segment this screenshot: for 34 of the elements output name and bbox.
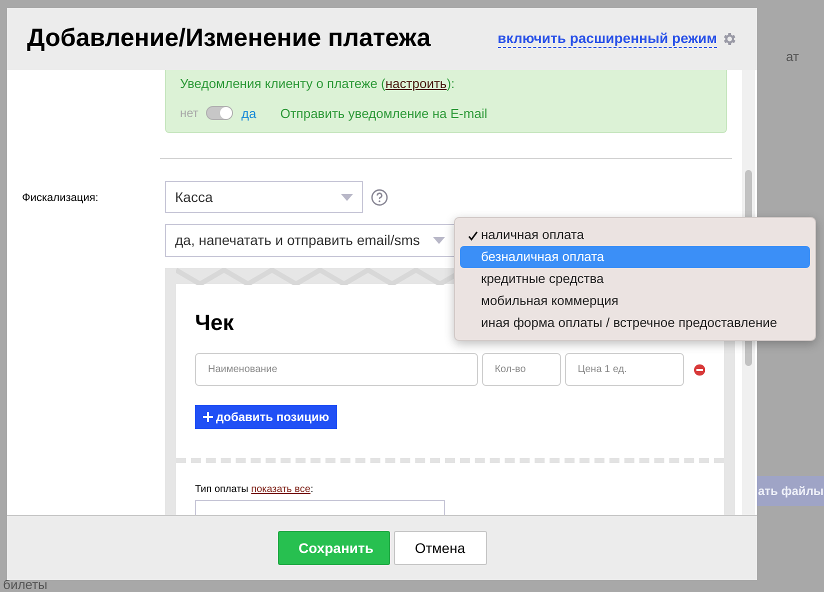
menu-item[interactable]: кредитные средства (460, 268, 810, 290)
header-text: ат (786, 48, 799, 66)
settings-icon[interactable] (721, 31, 737, 47)
notification-label: Уведомления клиенту о платеже (настроить): (180, 75, 456, 93)
advanced-mode-link[interactable]: включить расширенный режим (498, 30, 717, 48)
register-select[interactable]: Касса (165, 181, 363, 213)
menu-item[interactable]: мобильная коммерция (460, 290, 810, 312)
select-value: Касса (175, 188, 213, 206)
configure-link[interactable]: настроить (385, 76, 447, 91)
select-value: да, напечатать и отправить email/sms (175, 231, 420, 250)
notification-toggle[interactable] (206, 106, 234, 120)
dialog-title: Добавление/Изменение платежа (27, 23, 431, 54)
toggle-on-label: да (241, 104, 256, 123)
notification-action: Отправить уведомление на E-mail (280, 104, 488, 123)
plus-icon (203, 412, 213, 422)
show-all-link[interactable]: показать все (251, 484, 310, 495)
cancel-button[interactable]: Отмена (394, 531, 486, 565)
add-item-button[interactable]: добавить позицию (195, 405, 338, 429)
check-icon (468, 230, 478, 241)
item-input[interactable]: Цена 1 ед. (564, 353, 684, 386)
caret-icon (433, 237, 445, 244)
fiscalization-label: Фискализация: (22, 191, 100, 206)
item-input[interactable]: Наименование (195, 353, 478, 386)
menu-item[interactable]: иная форма оплаты / встречное предоставление (460, 312, 810, 334)
receipt-title: Чек (195, 309, 234, 337)
payment-type-label: Тип оплаты показать все: (195, 482, 314, 497)
caret-icon (341, 194, 353, 200)
section-label: билеты (3, 576, 48, 592)
receipt-select[interactable]: да, напечатать и отправить email/sms (165, 224, 455, 257)
toggle-off-label: нет (180, 105, 198, 122)
help-icon[interactable] (371, 188, 388, 206)
item-input[interactable]: Кол-во (482, 353, 561, 386)
remove-icon[interactable] (694, 364, 705, 376)
menu-item[interactable]: наличная оплата (460, 224, 810, 246)
